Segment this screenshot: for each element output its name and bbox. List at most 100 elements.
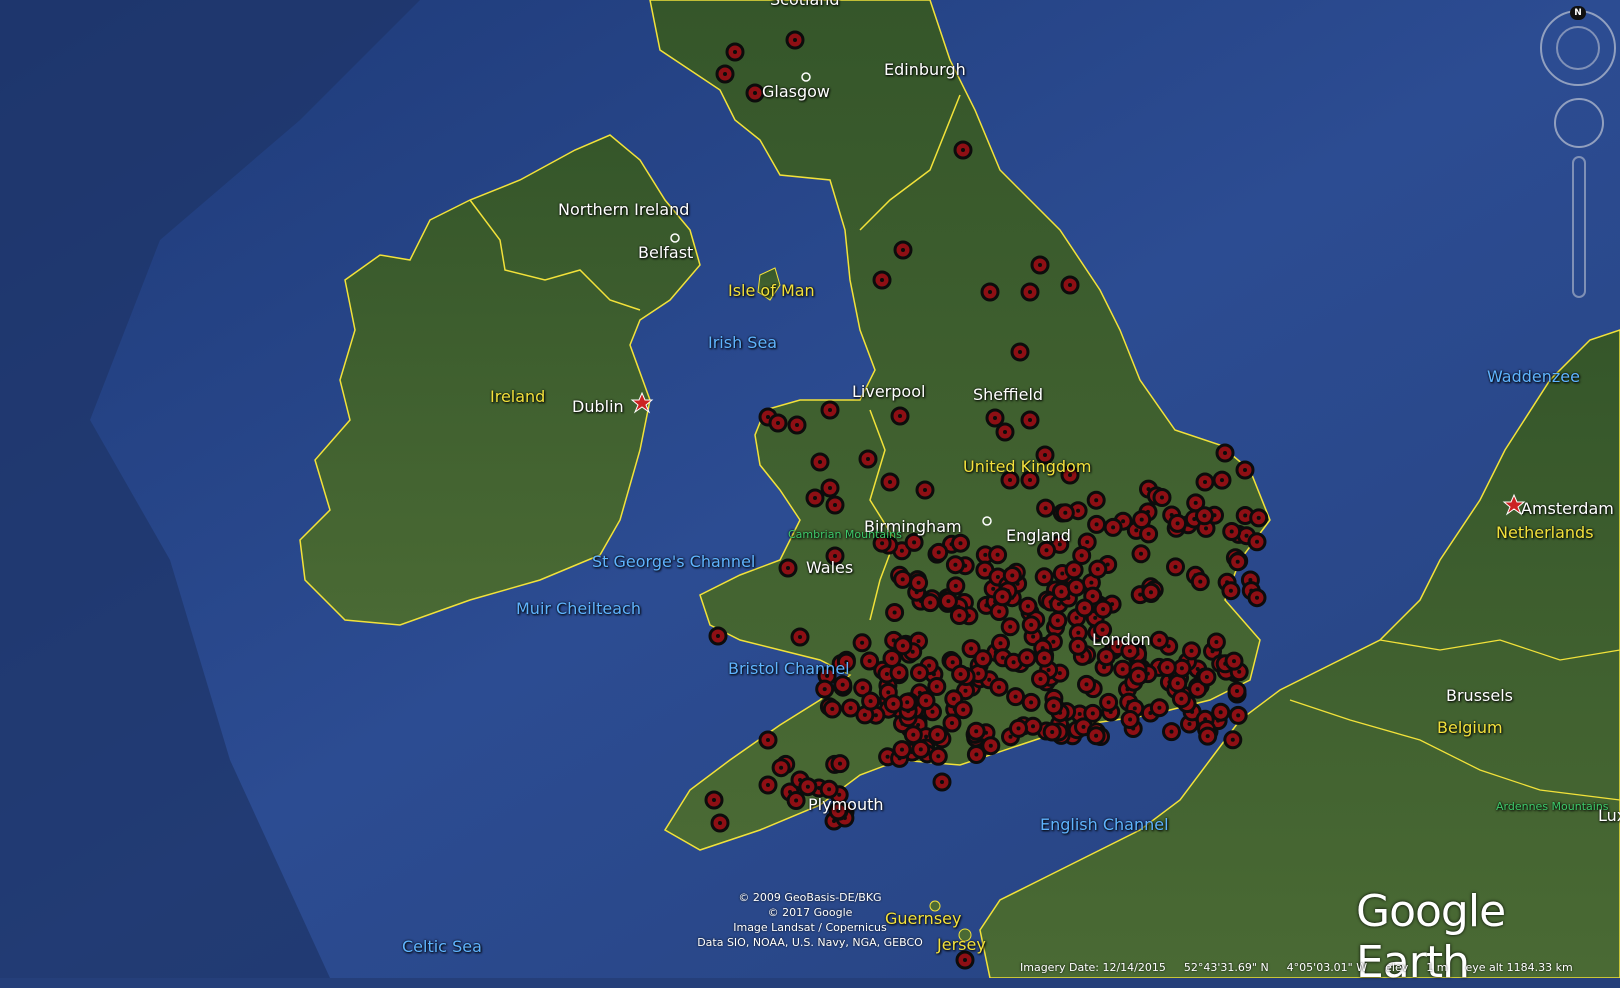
- map-canvas[interactable]: [0, 0, 1620, 978]
- site-marker-center: [935, 732, 940, 737]
- site-marker-center: [1243, 468, 1247, 472]
- site-marker-center: [1085, 540, 1090, 544]
- north-indicator-icon[interactable]: N: [1570, 6, 1586, 20]
- site-marker-center: [900, 643, 905, 648]
- site-marker-center: [1235, 689, 1239, 693]
- site-marker-center: [961, 148, 965, 152]
- site-marker-center: [862, 712, 867, 717]
- site-marker-center: [1204, 675, 1209, 679]
- eye-altitude: eye alt 1184.33 km: [1465, 960, 1573, 974]
- site-marker-center: [822, 687, 827, 692]
- site-marker-center: [848, 706, 853, 710]
- site-marker-center: [1255, 539, 1259, 544]
- site-marker-center: [866, 457, 870, 461]
- site-marker-center: [1204, 526, 1208, 531]
- site-marker-center: [950, 721, 954, 725]
- elevation-label: elev: [1385, 960, 1409, 974]
- site-marker-center: [888, 480, 892, 484]
- site-marker-center: [969, 646, 974, 651]
- site-marker-center: [1223, 451, 1227, 455]
- site-marker-center: [1011, 660, 1016, 665]
- site-marker-center: [1077, 712, 1082, 716]
- site-marker-center: [957, 613, 962, 618]
- label-amsterdam: Amsterdam: [1521, 499, 1614, 518]
- site-marker-center: [1044, 548, 1049, 553]
- label-scotland: Scotland: [770, 0, 840, 8]
- site-marker-center: [934, 684, 939, 689]
- site-marker-center: [753, 91, 757, 95]
- site-marker-center: [1028, 478, 1032, 482]
- label-dublin: Dublin: [572, 397, 624, 416]
- site-marker-center: [813, 496, 817, 500]
- label-st-georges-channel: St George's Channel: [592, 552, 756, 571]
- site-marker-center: [1084, 682, 1089, 687]
- zoom-slider[interactable]: [1572, 156, 1586, 298]
- label-united-kingdom: United Kingdom: [963, 457, 1092, 476]
- site-marker-center: [1079, 553, 1084, 558]
- site-marker-center: [1076, 630, 1081, 635]
- site-marker-center: [885, 754, 890, 759]
- site-marker-center: [953, 583, 958, 588]
- site-marker-center: [1025, 655, 1029, 660]
- site-marker-center: [1013, 694, 1018, 699]
- imagery-date: Imagery Date: 12/14/2015: [1020, 960, 1166, 974]
- site-marker-center: [924, 698, 928, 703]
- move-joystick-ring[interactable]: [1554, 98, 1604, 148]
- label-brussels: Brussels: [1446, 686, 1513, 705]
- longitude-readout: 4°05'03.01" W: [1286, 960, 1368, 974]
- site-marker-center: [1057, 671, 1062, 676]
- site-marker-center: [963, 688, 968, 693]
- site-marker-center: [733, 50, 737, 54]
- site-marker-center: [950, 660, 955, 665]
- site-marker-center: [1134, 528, 1139, 533]
- site-marker-center: [779, 765, 784, 770]
- site-marker-center: [1218, 710, 1223, 715]
- site-marker-center: [951, 696, 956, 701]
- site-marker-center: [716, 634, 720, 638]
- latitude-readout: 52°43'31.69" N: [1183, 960, 1269, 974]
- site-marker-center: [1157, 638, 1162, 643]
- site-marker-center: [974, 752, 979, 757]
- site-marker-center: [890, 656, 894, 661]
- site-marker-center: [1236, 713, 1241, 718]
- site-marker-center: [1090, 711, 1095, 716]
- site-marker-center: [899, 548, 904, 553]
- site-marker-center: [916, 580, 921, 585]
- site-marker-center: [794, 798, 799, 803]
- site-marker-center: [1094, 733, 1099, 738]
- site-marker-center: [1068, 283, 1072, 287]
- site-marker-center: [833, 503, 837, 507]
- site-marker-center: [1031, 724, 1035, 729]
- site-marker-center: [1050, 730, 1055, 734]
- site-marker-center: [1042, 656, 1047, 660]
- site-marker-center: [961, 707, 966, 712]
- site-marker-center: [860, 685, 865, 690]
- site-marker-center: [1060, 571, 1065, 576]
- site-marker-center: [927, 663, 932, 668]
- site-marker-center: [1000, 655, 1005, 660]
- label-isle-of-man: Isle of Man: [728, 281, 815, 300]
- label-bristol-channel: Bristol Channel: [728, 659, 850, 678]
- site-marker-center: [1059, 589, 1064, 594]
- site-marker-center: [886, 690, 891, 695]
- label-england: England: [1006, 526, 1071, 545]
- attribution: © 2009 GeoBasis-DE/BKG © 2017 Google Ima…: [680, 890, 940, 950]
- site-marker-center: [868, 699, 873, 704]
- site-marker-center: [900, 747, 904, 752]
- site-marker-center: [1139, 517, 1144, 522]
- site-marker-center: [1090, 594, 1095, 599]
- site-marker-center: [1230, 737, 1235, 742]
- site-marker-center: [1179, 696, 1184, 701]
- site-marker-center: [1003, 430, 1007, 434]
- site-marker-center: [998, 641, 1003, 646]
- label-wales: Wales: [806, 558, 854, 577]
- site-marker-center: [917, 670, 922, 675]
- site-marker-center: [918, 747, 923, 752]
- status-bar: Imagery Date: 12/14/2015 52°43'31.69" N …: [1020, 956, 1620, 978]
- label-edinburgh: Edinburgh: [884, 60, 966, 79]
- site-marker-center: [988, 290, 992, 294]
- label-ardennes: Ardennes Mountains: [1496, 800, 1609, 813]
- site-marker-center: [900, 577, 905, 582]
- site-marker-center: [1074, 585, 1079, 590]
- site-marker-center: [805, 784, 810, 789]
